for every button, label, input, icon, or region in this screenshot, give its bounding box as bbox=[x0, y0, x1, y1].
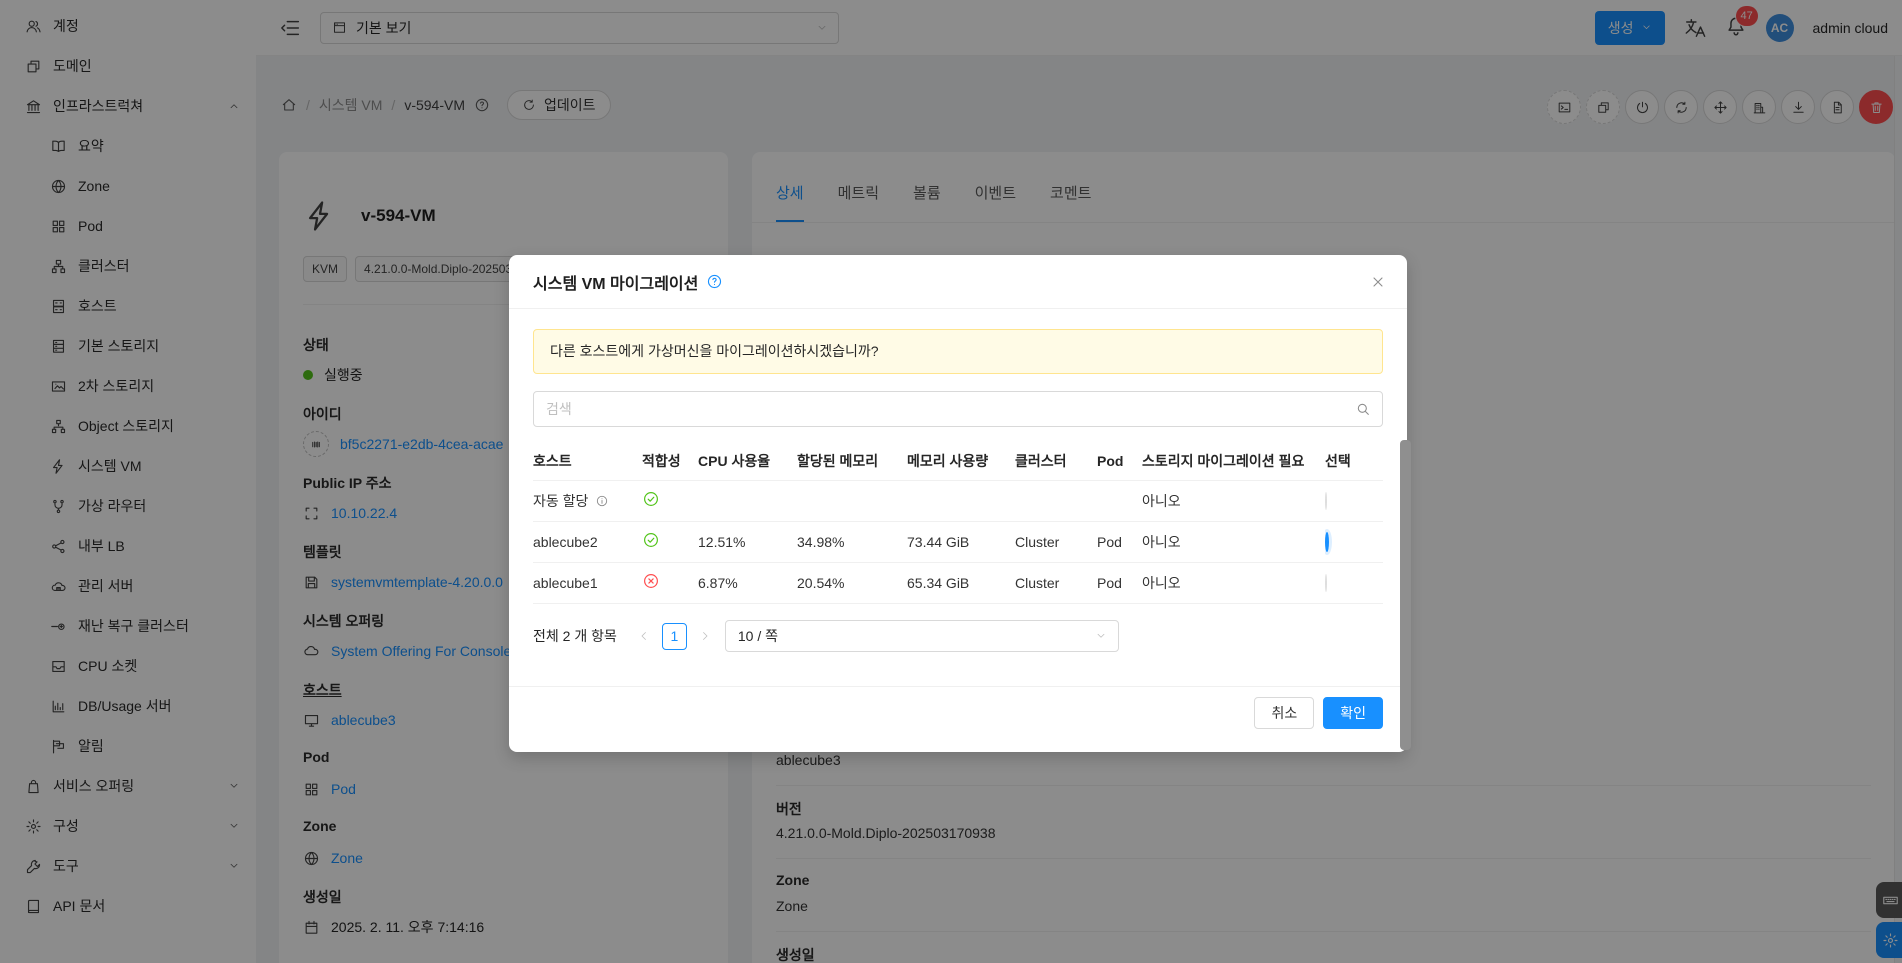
modal-scrollbar-thumb[interactable] bbox=[1400, 440, 1411, 750]
pod-cell: Pod bbox=[1097, 562, 1142, 604]
pod-cell bbox=[1097, 480, 1142, 522]
select-radio-checked[interactable] bbox=[1325, 531, 1329, 552]
page-number[interactable]: 1 bbox=[661, 622, 687, 650]
memory-allocated-cell: 20.54% bbox=[797, 562, 907, 604]
table-row-ablecube2[interactable]: ablecube2 12.51% 34.98% 73.44 GiB Cluste… bbox=[533, 521, 1383, 563]
table-header-row: 호스트 적합성 CPU 사용율 할당된 메모리 메모리 사용량 클러스터 Pod… bbox=[533, 443, 1383, 481]
col-cpu-used: CPU 사용율 bbox=[698, 443, 797, 481]
col-storage-migration: 스토리지 마이그레이션 필요 bbox=[1142, 443, 1325, 481]
cpu-used-cell: 6.87% bbox=[698, 562, 797, 604]
col-host: 호스트 bbox=[533, 443, 642, 481]
suitable-icon bbox=[642, 490, 660, 508]
memory-used-cell: 73.44 GiB bbox=[907, 521, 1015, 563]
app-root: { "header": { "view_select": "기본 보기", "c… bbox=[0, 0, 1902, 963]
host-name: ablecube1 bbox=[533, 574, 598, 591]
col-memory-allocated: 할당된 메모리 bbox=[797, 443, 907, 481]
help-icon[interactable] bbox=[706, 273, 723, 290]
memory-used-cell bbox=[907, 480, 1015, 522]
storage-migration-cell: 아니오 bbox=[1142, 521, 1325, 563]
migration-modal: 시스템 VM 마이그레이션 다른 호스트에게 가상머신을 마이그레이션하시겠습니… bbox=[509, 255, 1407, 752]
modal-header: 시스템 VM 마이그레이션 bbox=[509, 255, 1407, 309]
cluster-cell bbox=[1015, 480, 1097, 522]
close-icon[interactable] bbox=[1370, 274, 1386, 290]
memory-allocated-cell bbox=[797, 480, 907, 522]
cpu-used-cell bbox=[698, 480, 797, 522]
search-input[interactable] bbox=[534, 401, 1382, 417]
col-memory-used: 메모리 사용량 bbox=[907, 443, 1015, 481]
cluster-cell: Cluster bbox=[1015, 521, 1097, 563]
not-suitable-icon bbox=[642, 572, 660, 590]
search-box bbox=[533, 391, 1383, 427]
select-radio[interactable] bbox=[1325, 573, 1327, 592]
ok-button-label: 확인 bbox=[1340, 705, 1366, 721]
cpu-used-cell: 12.51% bbox=[698, 521, 797, 563]
modal-title-text: 시스템 VM 마이그레이션 bbox=[533, 275, 699, 293]
page-size-select[interactable]: 10 / 쪽 bbox=[724, 620, 1119, 652]
table-row-auto-assign[interactable]: 자동 할당 아니오 bbox=[533, 480, 1383, 522]
migration-alert: 다른 호스트에게 가상머신을 마이그레이션하시겠습니까? bbox=[533, 329, 1383, 374]
select-radio[interactable] bbox=[1325, 491, 1327, 510]
search-icon[interactable] bbox=[1355, 401, 1371, 417]
pagination: 전체 2 개 항목 1 10 / 쪽 bbox=[533, 614, 1383, 659]
table-row-ablecube1[interactable]: ablecube1 6.87% 20.54% 65.34 GiB Cluster… bbox=[533, 562, 1383, 604]
next-page-icon[interactable] bbox=[699, 630, 711, 642]
memory-allocated-cell: 34.98% bbox=[797, 521, 907, 563]
ok-button[interactable]: 확인 bbox=[1323, 697, 1383, 729]
pagination-total: 전체 2 개 항목 bbox=[533, 628, 617, 644]
alert-text: 다른 호스트에게 가상머신을 마이그레이션하시겠습니까? bbox=[550, 343, 879, 359]
host-name: 자동 할당 bbox=[533, 492, 589, 509]
page-size-value: 10 / 쪽 bbox=[737, 628, 778, 644]
chevron-down-icon bbox=[1095, 630, 1107, 642]
storage-migration-cell: 아니오 bbox=[1142, 562, 1325, 604]
modal-body: 다른 호스트에게 가상머신을 마이그레이션하시겠습니까? 호스트 적합성 CPU… bbox=[509, 309, 1407, 659]
cluster-cell: Cluster bbox=[1015, 562, 1097, 604]
col-cluster: 클러스터 bbox=[1015, 443, 1097, 481]
col-select: 선택 bbox=[1325, 443, 1383, 481]
modal-title: 시스템 VM 마이그레이션 bbox=[533, 270, 723, 294]
col-pod: Pod bbox=[1097, 443, 1142, 481]
modal-footer: 취소 확인 bbox=[509, 686, 1407, 752]
memory-used-cell: 65.34 GiB bbox=[907, 562, 1015, 604]
host-name: ablecube2 bbox=[533, 533, 598, 550]
pod-cell: Pod bbox=[1097, 521, 1142, 563]
info-icon[interactable] bbox=[595, 494, 609, 508]
col-suitability: 적합성 bbox=[642, 443, 698, 481]
storage-migration-cell: 아니오 bbox=[1142, 480, 1325, 522]
suitable-icon bbox=[642, 531, 660, 549]
prev-page-icon[interactable] bbox=[638, 630, 650, 642]
cancel-button[interactable]: 취소 bbox=[1254, 697, 1315, 729]
cancel-button-label: 취소 bbox=[1271, 705, 1298, 721]
host-table: 호스트 적합성 CPU 사용율 할당된 메모리 메모리 사용량 클러스터 Pod… bbox=[533, 443, 1383, 604]
